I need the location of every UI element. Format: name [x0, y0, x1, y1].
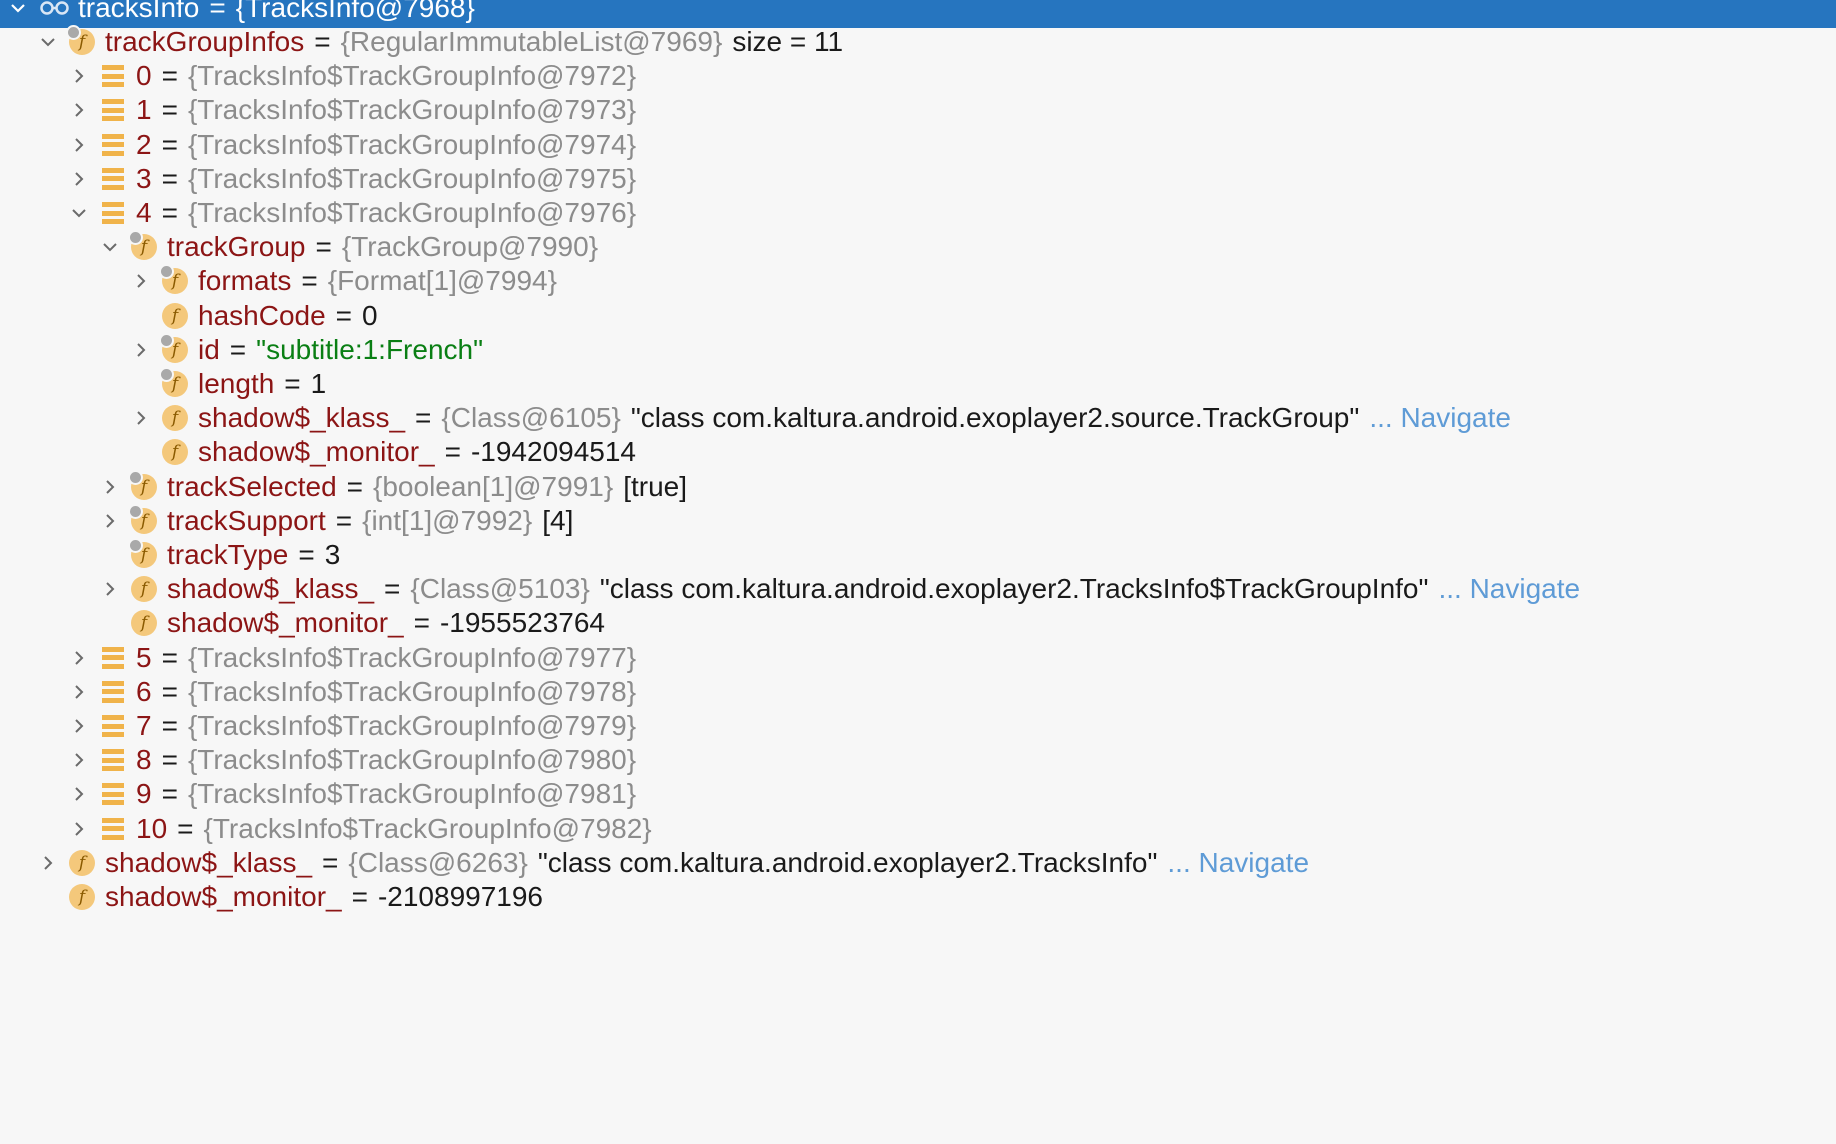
variable-value: -1955523764: [439, 607, 605, 639]
root-variable-value: {TracksInfo@7968}: [235, 0, 475, 23]
tree-row[interactable]: f shadow$_monitor_ = -2108997196: [0, 877, 1836, 917]
equals-sign: =: [177, 812, 194, 844]
variable-name: trackSupport: [167, 504, 326, 536]
variable-name: 9: [136, 778, 152, 810]
variable-type: {boolean[1]@7991}: [373, 470, 614, 502]
navigate-link[interactable]: ... Navigate: [1438, 573, 1580, 605]
variable-name: 5: [136, 641, 152, 673]
variable-name: 7: [136, 710, 152, 741]
equals-sign: =: [161, 675, 178, 707]
variable-type: {Format[1]@7994}: [327, 265, 557, 297]
variable-type: {int[1]@7992}: [362, 504, 533, 536]
equals-sign: =: [298, 539, 315, 570]
variable-name: 1: [136, 94, 152, 126]
variable-name: 4: [136, 197, 152, 228]
equals-sign: =: [444, 436, 461, 468]
variable-type: {TracksInfo$TrackGroupInfo@7978}: [187, 675, 637, 707]
variable-value: -2108997196: [377, 881, 543, 912]
variable-type: {TracksInfo$TrackGroupInfo@7977}: [187, 641, 637, 673]
variables-tree: tracksInfo = {TracksInfo@7968} f trackGro…: [0, 0, 1836, 1144]
equals-sign: =: [229, 333, 247, 365]
equals-sign: =: [335, 504, 353, 536]
variable-type: {Class@6263}: [348, 846, 528, 878]
variable-type: {TracksInfo$TrackGroupInfo@7976}: [187, 197, 637, 228]
variable-name: shadow$_monitor_: [198, 436, 435, 468]
variable-name: 3: [136, 162, 152, 194]
equals-sign: =: [322, 846, 339, 878]
equals-sign: =: [413, 607, 430, 639]
equals-sign: =: [161, 641, 178, 673]
variable-type: {Class@5103}: [410, 573, 590, 605]
variable-type: {TracksInfo$TrackGroupInfo@7975}: [187, 162, 637, 194]
variable-type: {TrackGroup@7990}: [341, 231, 599, 263]
equals-sign: =: [284, 368, 301, 399]
variable-name: formats: [198, 265, 292, 297]
variable-name: trackType: [167, 539, 289, 570]
equals-sign: =: [161, 162, 178, 194]
equals-sign: =: [315, 231, 332, 263]
variable-name: 6: [136, 675, 152, 707]
variable-name: id: [198, 333, 220, 365]
variable-name: shadow$_monitor_: [167, 607, 404, 639]
variable-type: {TracksInfo$TrackGroupInfo@7981}: [187, 778, 637, 810]
variable-name: trackGroup: [167, 231, 306, 263]
variable-name: hashCode: [198, 299, 326, 331]
variable-extra: [4]: [542, 504, 574, 536]
class-description: "class com.kaltura.android.exoplayer2.so…: [630, 402, 1360, 434]
equals-sign: =: [209, 0, 226, 23]
variable-name: trackSelected: [167, 470, 337, 502]
equals-sign: =: [161, 94, 178, 126]
variable-value: 1: [310, 368, 327, 399]
equals-sign: =: [384, 573, 401, 605]
variable-name: 0: [136, 60, 152, 92]
equals-sign: =: [335, 299, 353, 331]
equals-sign: =: [415, 402, 432, 434]
string-value: "subtitle:1:French": [256, 333, 484, 365]
variable-value: 3: [324, 539, 341, 570]
variable-extra: size = 11: [732, 26, 844, 57]
equals-sign: =: [161, 60, 178, 92]
equals-sign: =: [351, 881, 368, 912]
variable-extra: [true]: [623, 470, 688, 502]
variable-name: shadow$_klass_: [198, 402, 406, 434]
equals-sign: =: [161, 744, 178, 776]
root-variable-name: tracksInfo: [78, 0, 200, 23]
variable-value: 0: [362, 299, 378, 331]
variable-name: shadow$_monitor_: [105, 881, 342, 912]
equals-sign: =: [161, 197, 178, 228]
equals-sign: =: [161, 710, 178, 741]
equals-sign: =: [314, 26, 331, 57]
class-description: "class com.kaltura.android.exoplayer2.Tr…: [537, 846, 1158, 878]
variable-name: shadow$_klass_: [105, 846, 313, 878]
navigate-link[interactable]: ... Navigate: [1167, 847, 1309, 879]
variable-name: 8: [136, 744, 152, 776]
equals-sign: =: [161, 128, 178, 160]
equals-sign: =: [346, 470, 363, 502]
variable-name: 2: [136, 128, 152, 160]
variable-type: {TracksInfo$TrackGroupInfo@7972}: [187, 60, 637, 92]
variable-type: {TracksInfo$TrackGroupInfo@7982}: [203, 812, 652, 844]
variable-value: -1942094514: [470, 436, 636, 468]
class-description: "class com.kaltura.android.exoplayer2.Tr…: [599, 573, 1429, 605]
variable-type: {TracksInfo$TrackGroupInfo@7980}: [187, 744, 637, 776]
variable-type: {TracksInfo$TrackGroupInfo@7973}: [187, 94, 637, 126]
variable-name: trackGroupInfos: [105, 26, 305, 57]
variable-name: length: [198, 368, 275, 399]
variable-type: {TracksInfo$TrackGroupInfo@7974}: [187, 128, 637, 160]
variable-name: shadow$_klass_: [167, 573, 375, 605]
equals-sign: =: [161, 778, 178, 810]
variable-type: {TracksInfo$TrackGroupInfo@7979}: [187, 710, 637, 741]
variable-name: 10: [136, 812, 168, 844]
equals-sign: =: [301, 265, 318, 297]
navigate-link[interactable]: ... Navigate: [1369, 402, 1511, 434]
watch-glasses-icon: [40, 0, 70, 17]
field-icon: f: [67, 877, 97, 917]
variable-type: {RegularImmutableList@7969}: [340, 26, 723, 57]
variable-type: {Class@6105}: [441, 402, 621, 434]
